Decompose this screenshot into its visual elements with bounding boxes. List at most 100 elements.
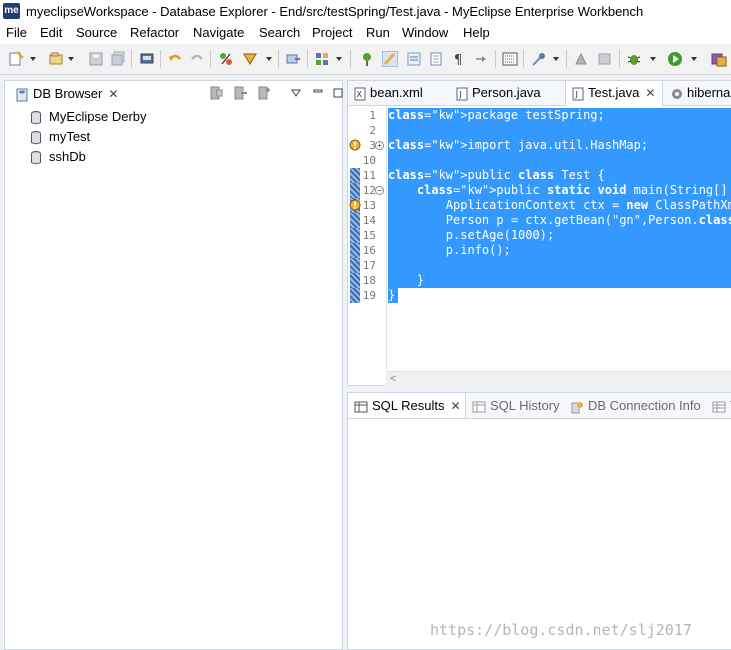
undo-icon[interactable] xyxy=(167,51,183,67)
perspective-dropdown-arrow[interactable] xyxy=(336,57,342,61)
tree-item-db-connection[interactable]: sshDb xyxy=(31,147,86,167)
disconnect-icon[interactable] xyxy=(232,85,248,101)
history-back-icon[interactable] xyxy=(597,51,613,67)
tab-label: Person.java xyxy=(472,85,541,100)
tab-sql-results[interactable]: SQL Results ✕ xyxy=(348,393,466,418)
selection-ruler-mark xyxy=(350,273,360,288)
print-icon[interactable] xyxy=(139,51,155,67)
tab-test-java[interactable]: J Test.java ✕ xyxy=(565,81,663,106)
code-line[interactable]: class="kw">import java.util.HashMap; xyxy=(388,138,731,153)
code-line[interactable]: class="kw">public class Test { xyxy=(388,168,731,183)
new-wizard-icon[interactable] xyxy=(8,51,24,67)
code-line[interactable] xyxy=(388,123,731,138)
tree-item-db-connection[interactable]: MyEclipse Derby xyxy=(31,107,147,127)
menu-source[interactable]: Source xyxy=(76,25,117,40)
svg-text:J: J xyxy=(459,90,462,99)
code-text-area[interactable]: 1 class="kw">package testSpring; 2 3 class="… xyxy=(348,106,731,371)
deploy-dropdown-arrow[interactable] xyxy=(266,57,272,61)
deploy-icon[interactable] xyxy=(242,51,258,67)
code-line[interactable]: class="kw">package testSpring; xyxy=(388,108,731,123)
tab-label: Test.java xyxy=(588,85,640,100)
tree-item-db-connection[interactable]: myTest xyxy=(31,127,90,147)
open-file-icon[interactable] xyxy=(428,51,444,67)
save-icon[interactable] xyxy=(88,51,104,67)
perspective-grid-icon[interactable] xyxy=(314,51,330,67)
code-line[interactable] xyxy=(388,153,731,168)
warning-icon[interactable] xyxy=(349,139,361,151)
code-line[interactable]: p.setAge(1000); xyxy=(388,228,731,243)
line-number: 13 xyxy=(362,199,376,212)
tab-db-browser[interactable]: DB Browser ✕ xyxy=(9,83,124,105)
view-menu-icon[interactable] xyxy=(290,87,302,99)
tab-sql-history[interactable]: SQL History xyxy=(466,393,564,418)
code-line[interactable]: } xyxy=(388,288,398,303)
line-number: 14 xyxy=(362,214,376,227)
close-icon[interactable]: ✕ xyxy=(645,81,655,105)
tab-bean-xml[interactable]: Xbean.xml xyxy=(348,81,448,105)
line-number: 12 xyxy=(362,184,376,197)
menu-run[interactable]: Run xyxy=(366,25,390,40)
save-all-icon[interactable] xyxy=(110,51,126,67)
code-line[interactable]: Person p = ctx.getBean("gn",Person.class… xyxy=(388,213,731,228)
close-icon[interactable]: ✕ xyxy=(108,83,118,105)
menu-project[interactable]: Project xyxy=(312,25,352,40)
warning-icon[interactable] xyxy=(349,199,361,211)
close-icon[interactable]: ✕ xyxy=(451,394,461,419)
highlight-icon[interactable] xyxy=(382,51,398,67)
pin-icon[interactable] xyxy=(359,51,375,67)
menu-help[interactable]: Help xyxy=(463,25,490,40)
toolbar-separator xyxy=(566,50,567,68)
scroll-left-icon[interactable]: < xyxy=(390,373,396,385)
code-line[interactable]: } xyxy=(388,273,731,288)
debug-dropdown-arrow[interactable] xyxy=(650,57,656,61)
tab-db-connection-info[interactable]: DB Connection Info xyxy=(564,393,706,418)
new-dropdown-arrow[interactable] xyxy=(30,57,36,61)
debug-icon[interactable] xyxy=(626,51,642,67)
external-tools-icon[interactable] xyxy=(711,51,727,67)
menu-window[interactable]: Window xyxy=(402,25,448,40)
db-browser-panel: DB Browser ✕ MyEclipse Derby myTest sshDb xyxy=(4,80,343,650)
tab-table[interactable]: T xyxy=(706,393,731,418)
build-icon[interactable] xyxy=(531,51,547,67)
maximize-icon[interactable] xyxy=(332,87,344,99)
open-type-icon[interactable] xyxy=(285,51,301,67)
run-dropdown-arrow[interactable] xyxy=(691,57,697,61)
tab-person-java[interactable]: J Person.java xyxy=(450,81,562,105)
expand-fold-icon[interactable]: + xyxy=(375,141,384,150)
collapse-fold-icon[interactable]: − xyxy=(375,186,384,195)
xml-file-icon: X xyxy=(354,87,366,101)
hibernate-file-icon xyxy=(672,88,682,99)
code-line[interactable] xyxy=(388,258,731,273)
line-number: 3 xyxy=(369,139,376,152)
line-number: 15 xyxy=(362,229,376,242)
run-icon[interactable] xyxy=(667,51,683,67)
code-line[interactable]: p.info(); xyxy=(388,243,731,258)
svg-text:J: J xyxy=(575,90,578,99)
toggle-mark-icon[interactable] xyxy=(406,51,422,67)
selection-ruler-mark xyxy=(350,213,360,228)
minimize-icon[interactable] xyxy=(312,87,324,99)
history-icon[interactable] xyxy=(573,51,589,67)
code-line[interactable]: class="kw">public static void main(Strin… xyxy=(388,183,731,198)
project-dropdown-arrow[interactable] xyxy=(68,57,74,61)
build-dropdown-arrow[interactable] xyxy=(553,57,559,61)
horizontal-scrollbar[interactable]: < xyxy=(386,371,731,387)
menu-search[interactable]: Search xyxy=(259,25,300,40)
redo-icon[interactable] xyxy=(189,51,205,67)
menu-navigate[interactable]: Navigate xyxy=(193,25,244,40)
new-project-icon[interactable] xyxy=(48,51,64,67)
menu-edit[interactable]: Edit xyxy=(40,25,62,40)
java-file-icon: J xyxy=(456,87,468,101)
selection-ruler-mark xyxy=(350,228,360,243)
menu-refactor[interactable]: Refactor xyxy=(130,25,179,40)
menu-file[interactable]: File xyxy=(6,25,27,40)
open-console-icon[interactable] xyxy=(502,51,518,67)
code-line[interactable]: ApplicationContext ctx = new ClassPathXm… xyxy=(388,198,731,213)
spring-icon[interactable] xyxy=(218,51,234,67)
tab-hibernate[interactable]: hiberna xyxy=(665,81,731,105)
open-connection-icon[interactable] xyxy=(208,85,224,101)
format-icon[interactable]: ¶ xyxy=(451,51,467,67)
new-connection-icon[interactable] xyxy=(256,85,272,101)
sql-results-icon xyxy=(354,401,368,413)
show-whitespace-icon[interactable] xyxy=(474,51,490,67)
